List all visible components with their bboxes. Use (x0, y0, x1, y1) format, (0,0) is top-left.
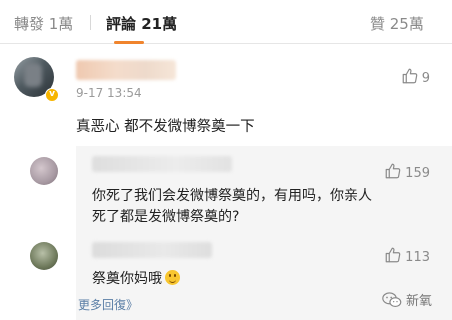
watermark-text: 新氧 (405, 294, 432, 309)
tab-reposts[interactable]: 轉發 1萬 (14, 13, 73, 34)
watermark: 新氧 (382, 290, 432, 309)
reply-text: 你死了我们会发微博祭奠的，有用吗，你亲人 死了都是发微博祭奠的? (92, 186, 372, 228)
tab-divider (90, 15, 91, 30)
comment-like-button[interactable]: 9 (401, 67, 430, 86)
like-count: 159 (405, 166, 430, 181)
more-replies-link[interactable]: 更多回復》 (78, 296, 138, 313)
smile-emoji-icon (165, 270, 180, 285)
wechat-logo-icon (382, 292, 402, 307)
tab-likes[interactable]: 贊 25萬 (370, 13, 424, 34)
thumbs-up-icon (402, 68, 418, 84)
comment-text: 真恶心 都不发微博祭奠一下 (76, 119, 255, 135)
comment-timestamp: 9-17 13:54 (76, 86, 142, 100)
reply-username-blurred[interactable] (92, 242, 212, 258)
reply-avatar[interactable] (30, 157, 58, 185)
like-count: 9 (421, 71, 430, 86)
reply-like-button[interactable]: 113 (384, 246, 430, 265)
tab-comments[interactable]: 評論 21萬 (106, 13, 177, 34)
reply-username-blurred[interactable] (92, 156, 232, 172)
reply-text-line: 你死了我们会发微博祭奠的，有用吗，你亲人 (92, 188, 372, 204)
reply-text-line: 死了都是发微博祭奠的? (92, 209, 240, 225)
thumbs-up-icon (385, 247, 401, 263)
reply-text: 祭奠你妈哦 (92, 268, 180, 288)
reply-like-button[interactable]: 159 (384, 162, 430, 181)
thumbs-up-icon (385, 163, 401, 179)
reply-avatar[interactable] (30, 242, 58, 270)
verified-badge-icon: v (45, 88, 59, 102)
reply-text-content: 祭奠你妈哦 (92, 271, 162, 287)
comment-tab-bar: 轉發 1萬 評論 21萬 贊 25萬 (0, 0, 452, 44)
active-tab-indicator (114, 41, 144, 44)
like-count: 113 (405, 250, 430, 265)
username-blurred[interactable] (76, 60, 176, 80)
